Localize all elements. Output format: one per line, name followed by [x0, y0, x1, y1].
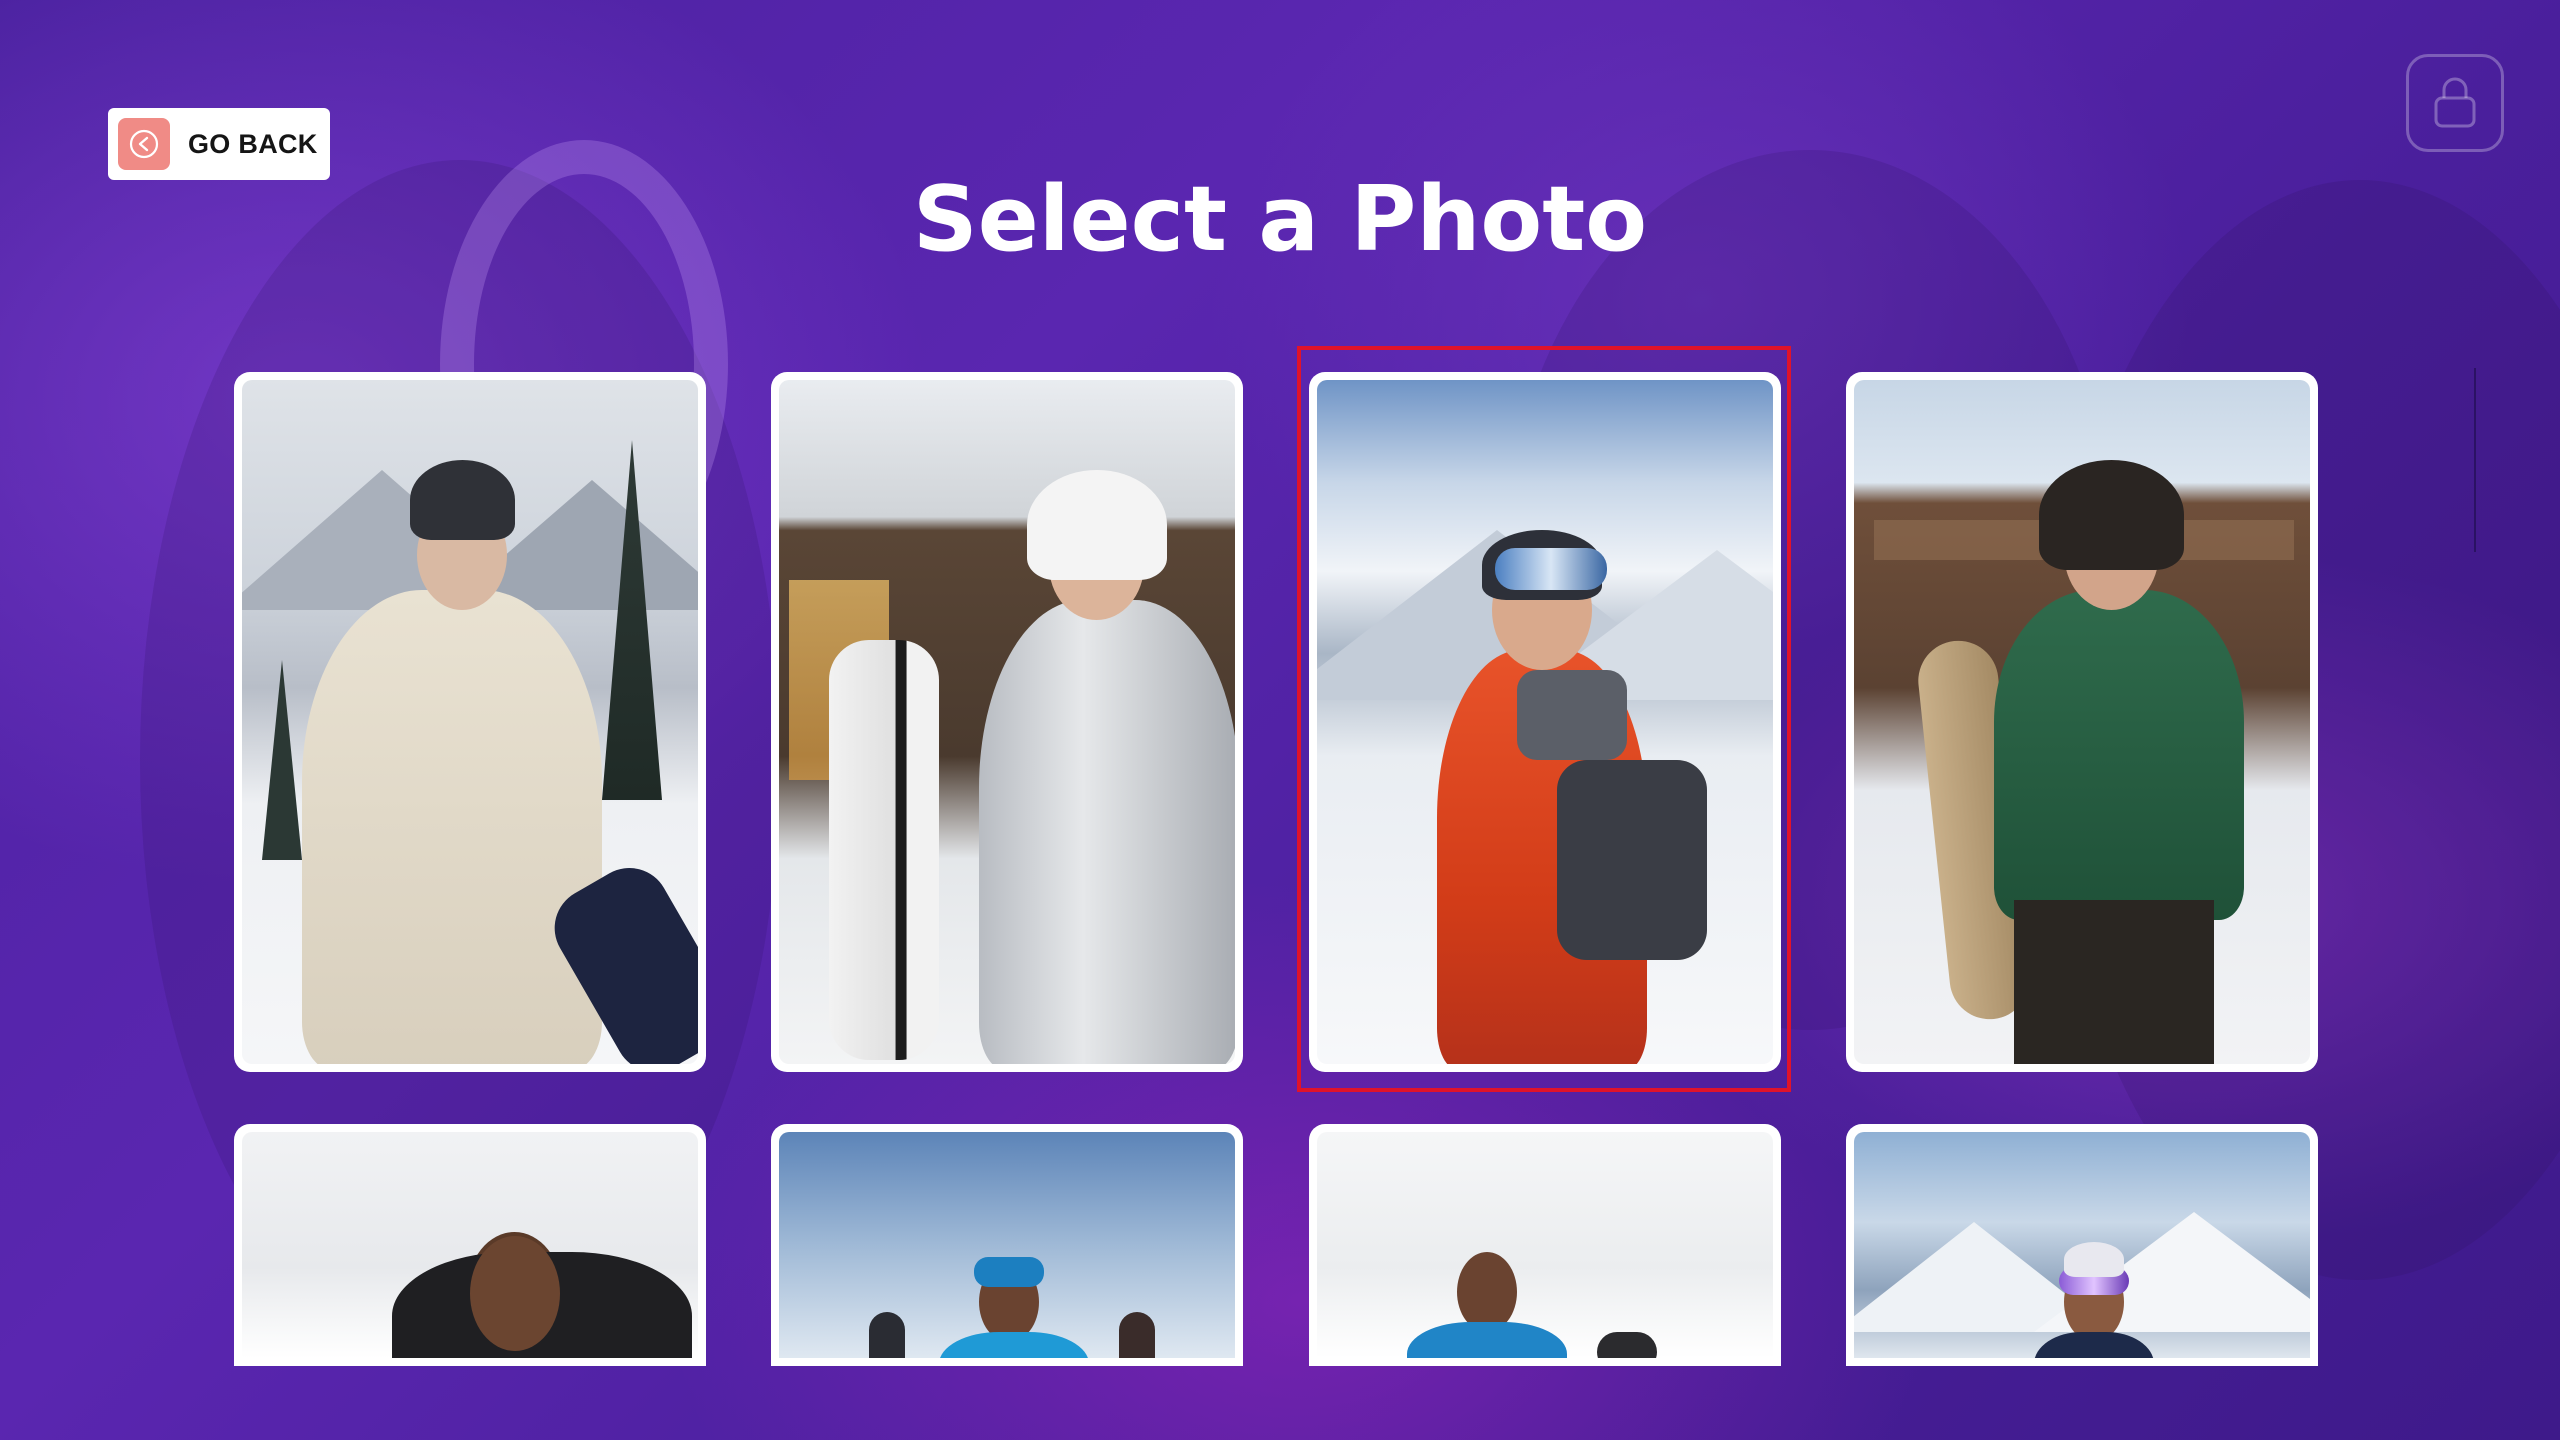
- photo-woman-silver-jacket: [779, 380, 1235, 1064]
- page-title: Select a Photo: [912, 167, 1648, 272]
- lock-icon: [2434, 77, 2476, 128]
- photo-card-8[interactable]: [1846, 1124, 2318, 1366]
- go-back-label: GO BACK: [188, 128, 318, 159]
- photo-card-2[interactable]: [771, 372, 1243, 1072]
- photo-card-7[interactable]: [1309, 1124, 1781, 1366]
- photo-man-blue-jacket-snow: [1317, 1132, 1773, 1358]
- photo-card-3-selected[interactable]: [1309, 372, 1781, 1072]
- photo-woman-cream-puffer: [242, 380, 698, 1064]
- photo-man-blue-jacket-skis: [779, 1132, 1235, 1358]
- background-divider: [2474, 368, 2476, 552]
- photo-card-5[interactable]: [234, 1124, 706, 1366]
- photo-man-orange-jacket: [1317, 380, 1773, 1064]
- photo-card-4[interactable]: [1846, 372, 2318, 1072]
- photo-card-6[interactable]: [771, 1124, 1243, 1366]
- photo-woman-goggles-mountains: [1854, 1132, 2310, 1358]
- photo-card-1[interactable]: [234, 372, 706, 1072]
- photo-man-black-hoodie: [242, 1132, 698, 1358]
- photo-man-green-jacket: [1854, 380, 2310, 1064]
- lock-button[interactable]: [2406, 54, 2504, 152]
